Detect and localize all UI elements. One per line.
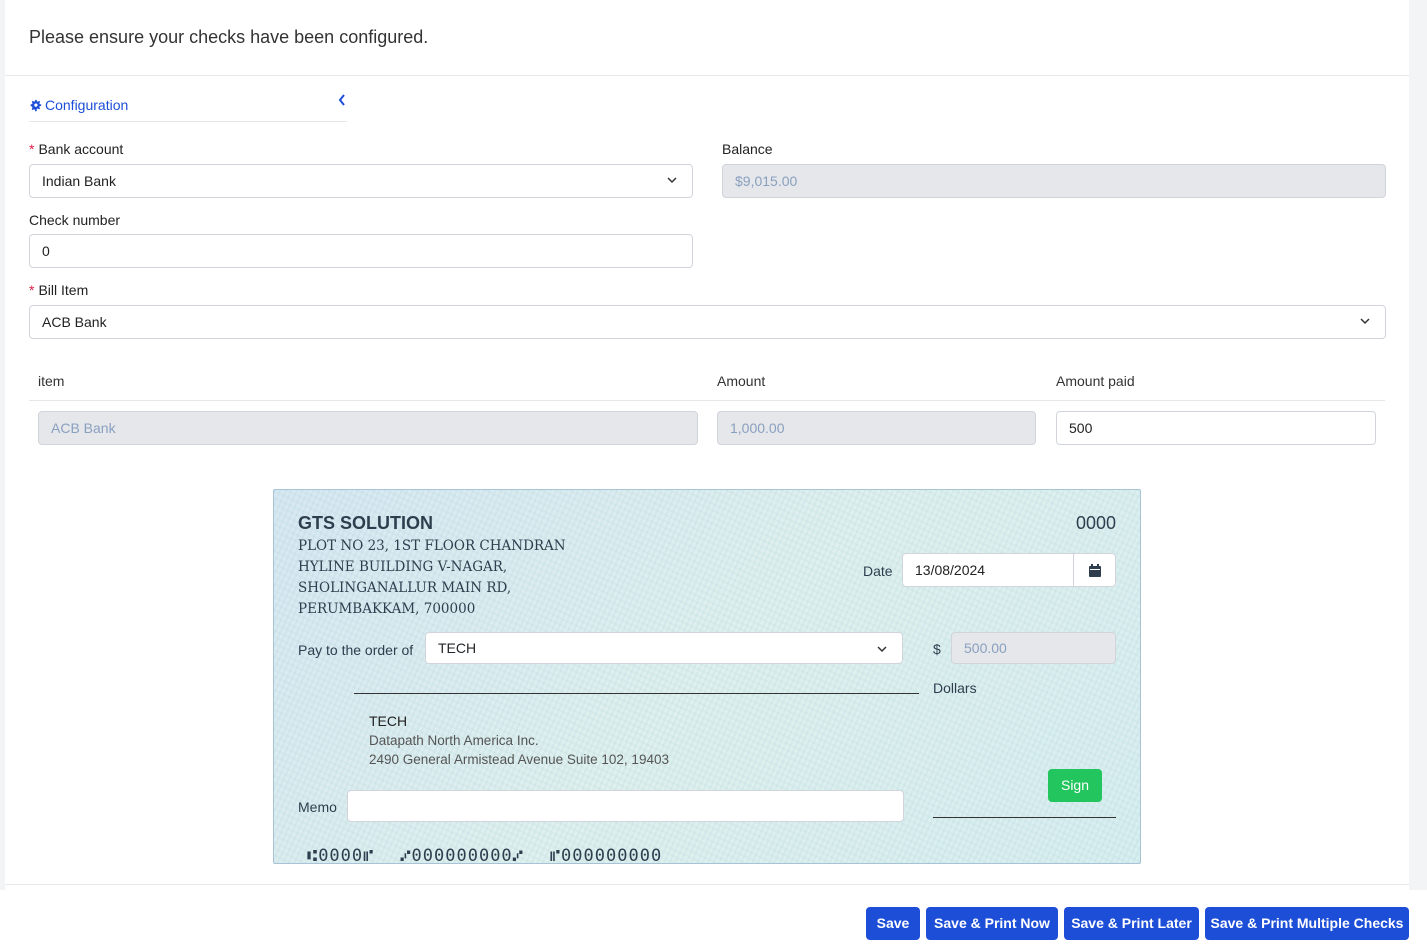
payee-select[interactable]: TECH	[425, 632, 903, 664]
table-row-amount: 1,000.00	[717, 411, 1036, 445]
signature-line	[933, 817, 1116, 818]
chevron-down-icon	[1360, 318, 1370, 325]
bank-account-label-text: Bank account	[38, 141, 124, 157]
micr-routing-number: ⑇000000000⑇	[400, 846, 524, 864]
check-amount-field: 500.00	[951, 632, 1116, 664]
company-address: PLOT NO 23, 1ST FLOOR CHANDRAN HYLINE BU…	[298, 536, 566, 620]
gear-icon	[30, 99, 42, 112]
address-line: SHOLINGANALLUR MAIN RD,	[298, 580, 512, 596]
configuration-tab[interactable]: Configuration	[29, 94, 347, 122]
save-print-multiple-button[interactable]: Save & Print Multiple Checks	[1205, 907, 1409, 940]
bill-item-value: ACB Bank	[42, 314, 107, 330]
payee-address-line: 2490 General Armistead Avenue Suite 102,…	[369, 752, 669, 767]
amount-words-line	[354, 693, 919, 694]
balance-label: Balance	[722, 141, 773, 157]
required-asterisk: *	[29, 141, 35, 157]
bill-item-select[interactable]: ACB Bank	[29, 305, 1386, 339]
bill-item-label-text: Bill Item	[38, 282, 89, 298]
payee-value: TECH	[438, 640, 477, 656]
save-print-now-button[interactable]: Save & Print Now	[926, 907, 1058, 940]
column-header-item: item	[38, 373, 65, 389]
footer-divider	[5, 884, 1409, 885]
row-amount-paid-value: 500	[1069, 420, 1093, 436]
check-number-display: 0000	[1075, 513, 1116, 533]
micr-line: ⑆0000⑈ ⑇000000000⑇ ⑈000000000	[307, 846, 688, 864]
balance-field: $9,015.00	[722, 164, 1386, 198]
bank-account-select[interactable]: Indian Bank	[29, 164, 693, 198]
memo-label: Memo	[298, 799, 337, 815]
check-number-label: Check number	[29, 212, 121, 228]
bill-item-label: * Bill Item	[29, 282, 88, 298]
dollar-sign: $	[933, 641, 941, 657]
check-amount-value: 500.00	[964, 640, 1007, 656]
sign-button[interactable]: Sign	[1048, 769, 1102, 802]
micr-account-number: ⑈000000000	[549, 846, 663, 864]
amount-paid-input[interactable]: 500	[1056, 411, 1376, 445]
bank-account-value: Indian Bank	[42, 173, 116, 189]
configuration-label: Configuration	[45, 97, 129, 113]
payee-name: TECH	[369, 713, 408, 729]
check-preview: GTS SOLUTION PLOT NO 23, 1ST FLOOR CHAND…	[273, 489, 1141, 864]
pay-to-label: Pay to the order of	[298, 642, 414, 658]
check-number-value: 0	[42, 243, 50, 259]
balance-value: $9,015.00	[735, 173, 798, 189]
required-asterisk: *	[29, 282, 35, 298]
memo-input[interactable]	[347, 790, 904, 822]
date-label: Date	[863, 563, 893, 579]
config-notice: Please ensure your checks have been conf…	[29, 27, 429, 47]
chevron-left-icon[interactable]	[337, 93, 351, 109]
save-print-later-button[interactable]: Save & Print Later	[1064, 907, 1199, 940]
table-row-item: ACB Bank	[38, 411, 698, 445]
date-input[interactable]: 13/08/2024	[902, 553, 1116, 587]
row-amount-value: 1,000.00	[730, 420, 785, 436]
chevron-down-icon	[877, 646, 887, 653]
date-value: 13/08/2024	[915, 562, 986, 578]
row-item-value: ACB Bank	[51, 420, 116, 436]
payee-address-line: Datapath North America Inc.	[369, 733, 539, 748]
chevron-down-icon	[667, 177, 677, 184]
check-form-panel: Please ensure your checks have been conf…	[5, 0, 1409, 890]
column-header-amount: Amount	[717, 373, 766, 389]
column-header-amount-paid: Amount paid	[1056, 373, 1135, 389]
configuration-link[interactable]: Configuration	[29, 97, 128, 113]
company-name: GTS SOLUTION	[298, 513, 433, 533]
bank-account-label: * Bank account	[29, 141, 123, 157]
page-gutter	[1409, 0, 1427, 890]
table-header-divider	[29, 400, 1385, 401]
calendar-icon[interactable]	[1073, 554, 1115, 586]
address-line: PLOT NO 23, 1ST FLOOR CHANDRAN	[298, 538, 566, 554]
divider	[5, 75, 1409, 76]
address-line: HYLINE BUILDING V-NAGAR,	[298, 559, 508, 575]
save-button[interactable]: Save	[866, 907, 920, 940]
check-number-input[interactable]: 0	[29, 234, 693, 268]
dollars-label: Dollars	[933, 680, 977, 696]
micr-check-number: ⑆0000⑈	[307, 846, 375, 864]
address-line: PERUMBAKKAM, 700000	[298, 601, 476, 617]
